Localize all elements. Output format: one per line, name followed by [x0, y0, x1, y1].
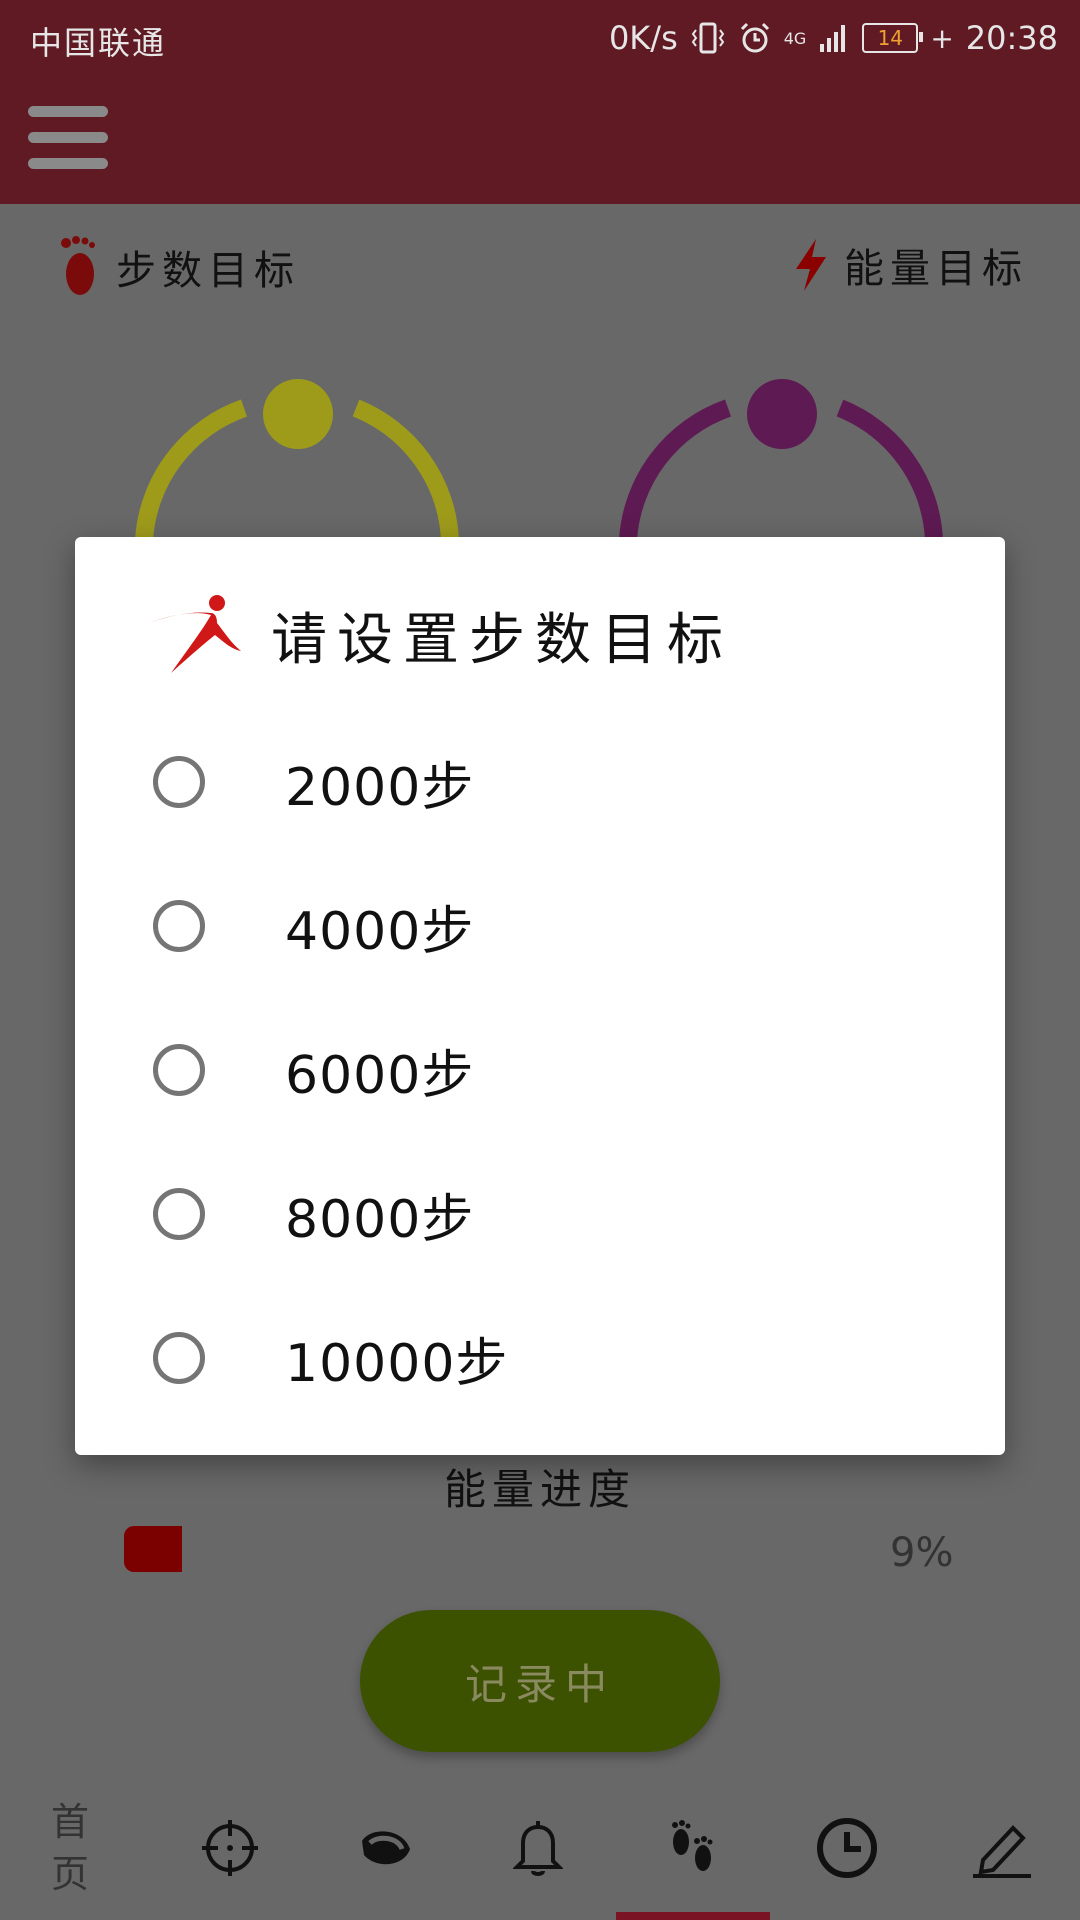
energy-goal-button[interactable]: 能量目标 [792, 236, 1028, 294]
energy-progress-percent: 9% [890, 1530, 954, 1576]
vibrate-icon [691, 22, 724, 54]
nav-crosshair[interactable] [170, 1776, 290, 1920]
step-goal-dialog: 请设置步数目标 2000步 4000步 6000步 8000步 10000步 [75, 537, 1005, 1455]
steps-goal-label: 步数目标 [116, 248, 300, 294]
radio-button[interactable] [153, 756, 205, 808]
status-icons: 0K/s 4G 14 + 20:38 [609, 18, 1058, 58]
clock-time: 20:38 [965, 19, 1058, 57]
battery-icon: 14 [862, 23, 924, 53]
dialog-header: 请设置步数目标 [145, 593, 733, 677]
record-button[interactable]: 记录中 [360, 1610, 720, 1752]
footprints-icon [672, 1820, 713, 1871]
net-speed: 0K/s [608, 19, 678, 57]
radio-button[interactable] [153, 900, 205, 952]
lightning-icon [796, 239, 826, 291]
clock-icon [817, 1818, 877, 1878]
option-2000[interactable]: 2000步 [153, 747, 475, 818]
option-4000[interactable]: 4000步 [153, 891, 475, 962]
nav-home[interactable]: 首 页 [30, 1776, 110, 1920]
runner-logo-icon [149, 595, 241, 673]
steps-ring [135, 379, 459, 541]
nav-footprints[interactable] [632, 1776, 752, 1920]
steps-ring-knob [263, 379, 333, 449]
option-label: 2000步 [285, 757, 475, 818]
radio-button[interactable] [153, 1044, 205, 1096]
network-type: 4G [783, 28, 807, 48]
nav-band[interactable] [326, 1776, 446, 1920]
menu-icon[interactable] [28, 106, 108, 176]
steps-goal-button[interactable]: 步数目标 [56, 236, 300, 298]
option-10000[interactable]: 10000步 [153, 1323, 509, 1394]
option-label: 10000步 [285, 1333, 509, 1394]
charging-icon: + [930, 21, 954, 55]
signal-icon [820, 25, 846, 52]
band-icon [362, 1831, 410, 1865]
option-label: 4000步 [285, 901, 475, 962]
radio-button[interactable] [153, 1188, 205, 1240]
app-bar [0, 76, 1080, 204]
nav-home-label-2: 页 [50, 1852, 89, 1896]
crosshair-icon [202, 1820, 258, 1876]
nav-clock[interactable] [787, 1776, 907, 1920]
nav-home-label-1: 首 [50, 1800, 89, 1844]
alarm-icon [740, 22, 769, 53]
option-6000[interactable]: 6000步 [153, 1035, 475, 1106]
energy-progress-label: 能量进度 [443, 1465, 636, 1514]
energy-progress-bar [124, 1526, 182, 1572]
radio-button[interactable] [153, 1332, 205, 1384]
option-8000[interactable]: 8000步 [153, 1179, 475, 1250]
bell-icon [513, 1821, 563, 1876]
energy-goal-label: 能量目标 [844, 246, 1028, 292]
status-bar: 中国联通 0K/s 4G 14 + 20:38 [0, 0, 1080, 76]
energy-ring-knob [747, 379, 817, 449]
option-label: 6000步 [285, 1045, 475, 1106]
nav-pencil[interactable] [942, 1776, 1062, 1920]
footprint-icon [61, 236, 95, 295]
nav-active-indicator [616, 1912, 770, 1920]
pencil-icon [973, 1825, 1031, 1878]
option-label: 8000步 [285, 1189, 475, 1250]
dialog-title: 请设置步数目标 [271, 607, 733, 673]
carrier-name: 中国联通 [30, 24, 167, 62]
nav-bell[interactable] [478, 1776, 598, 1920]
energy-ring [619, 379, 943, 541]
bottom-nav: 首 页 [0, 1776, 1080, 1920]
battery-level: 14 [877, 26, 904, 50]
